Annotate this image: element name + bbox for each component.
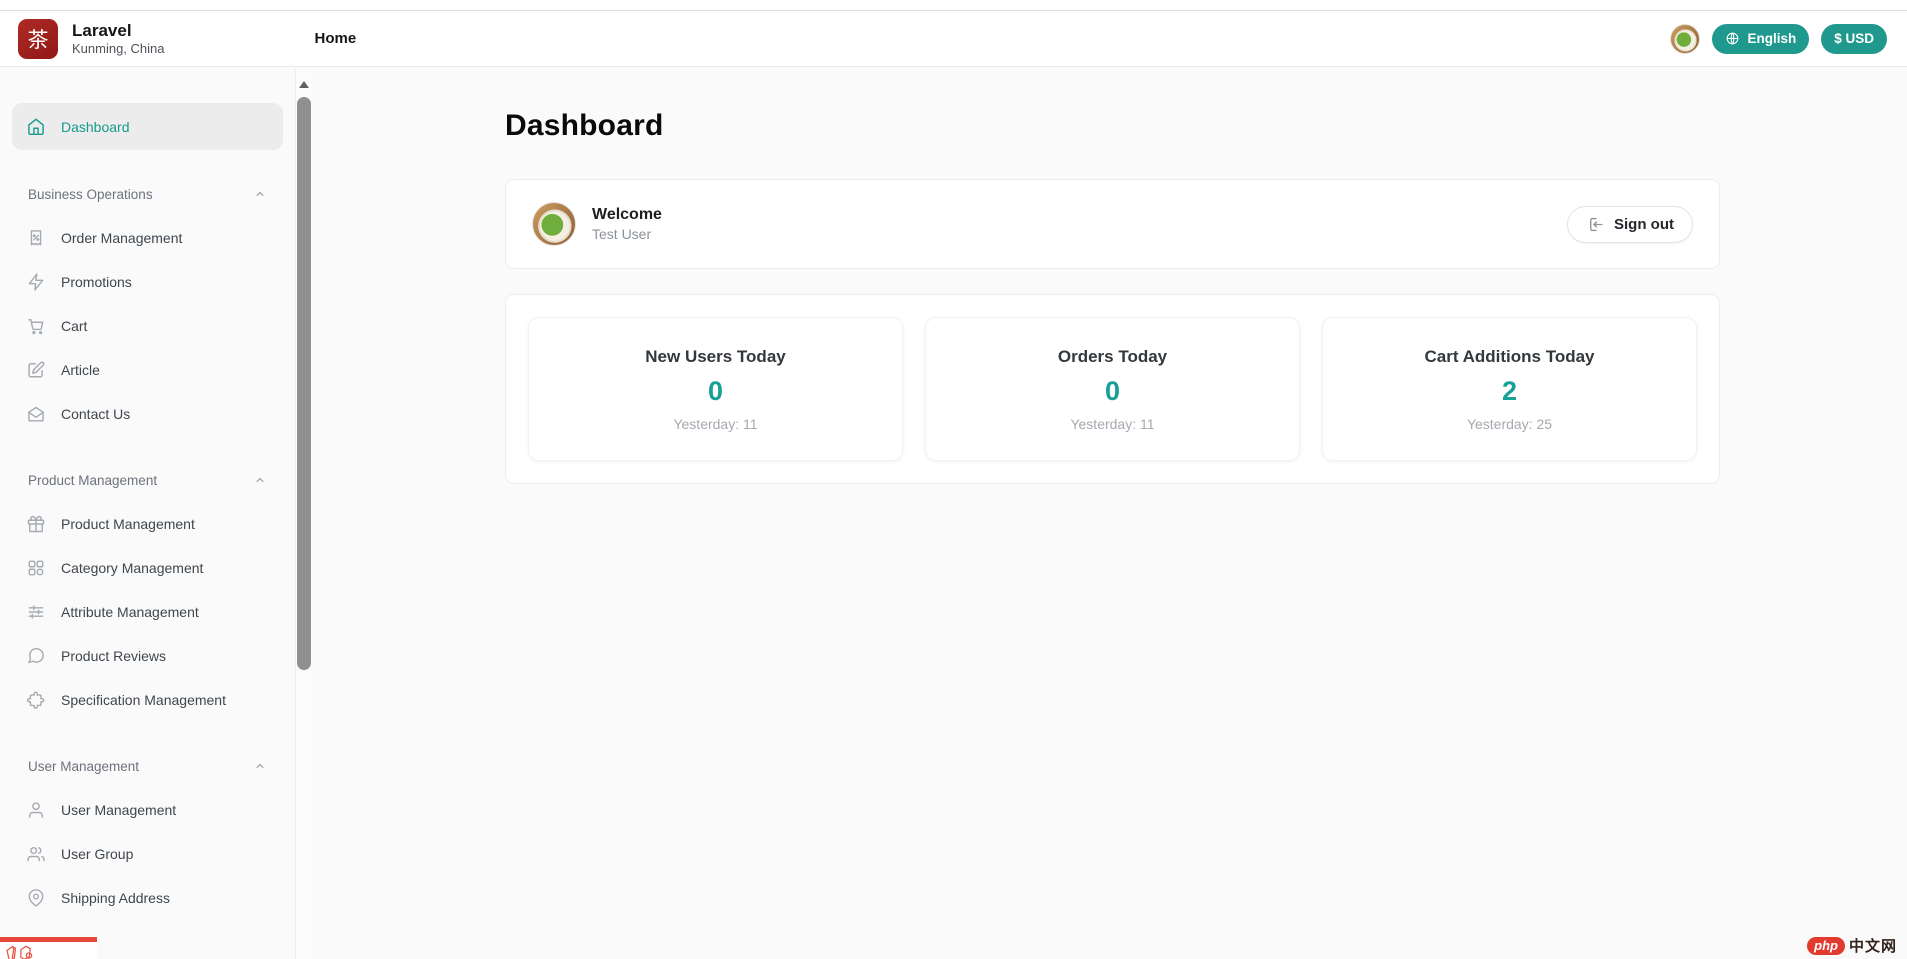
chat-bubble-icon <box>26 646 46 666</box>
sidebar-item-label: Category Management <box>61 560 204 576</box>
sidebar-item-label: User Management <box>61 802 177 818</box>
welcome-username: Test User <box>592 226 652 243</box>
tab-home[interactable]: Home <box>315 30 357 47</box>
stat-value: 2 <box>1501 375 1518 406</box>
sidebar-item-label: Product Reviews <box>61 648 167 664</box>
chevron-up-icon <box>253 473 267 487</box>
sidebar-item-category-management[interactable]: Category Management <box>12 546 283 590</box>
sidebar-item-contact-us[interactable]: Contact Us <box>12 392 283 436</box>
location-pin-icon <box>26 888 46 908</box>
lightning-icon <box>26 272 46 292</box>
brand-logo[interactable]: 茶 <box>18 18 58 59</box>
scrollbar-thumb[interactable] <box>297 97 311 670</box>
stat-value: 0 <box>707 375 724 406</box>
user-icon <box>26 800 46 820</box>
sign-out-label: Sign out <box>1614 215 1674 233</box>
section-label: Business Operations <box>28 186 153 202</box>
sidebar-item-user-group[interactable]: User Group <box>12 832 283 876</box>
sign-out-icon <box>1586 215 1605 234</box>
sidebar-section-user-management[interactable]: User Management <box>14 756 281 776</box>
sidebar-item-article[interactable]: Article <box>12 348 283 392</box>
scrollbar-up-arrow[interactable] <box>299 81 309 88</box>
sidebar-section-product-management[interactable]: Product Management <box>14 470 281 490</box>
sidebar-item-cart[interactable]: Cart <box>12 304 283 348</box>
currency-label: $ USD <box>1834 31 1874 46</box>
grid-icon <box>26 558 46 578</box>
globe-icon <box>1725 31 1740 46</box>
gift-icon <box>26 514 46 534</box>
brand-location: Kunming, China <box>72 41 165 56</box>
edit-icon <box>26 360 46 380</box>
sidebar-item-label: Cart <box>61 318 88 334</box>
sidebar-item-order-management[interactable]: Order Management <box>12 216 283 260</box>
users-icon <box>26 844 46 864</box>
welcome-text-block: Welcome Test User <box>592 204 662 244</box>
sliders-icon <box>26 602 46 622</box>
stat-value: 0 <box>1104 375 1121 406</box>
stat-title: Cart Additions Today <box>1424 346 1595 366</box>
brand-block: Laravel Kunming, China <box>72 20 165 58</box>
sidebar-item-label: Product Management <box>61 516 195 532</box>
red-cubes-glyph <box>6 945 33 959</box>
sidebar-item-label: Attribute Management <box>61 604 199 620</box>
sidebar-item-label: Article <box>61 362 100 378</box>
sidebar-item-shipping-address[interactable]: Shipping Address <box>12 876 283 920</box>
brand-logo-glyph: 茶 <box>27 28 49 52</box>
sidebar-item-label: Order Management <box>61 230 183 246</box>
sidebar-item-label: Shipping Address <box>61 890 170 906</box>
sidebar-item-label: User Group <box>61 846 134 862</box>
main-content: Dashboard Welcome Test User Sign out New… <box>312 69 1907 959</box>
section-label: Product Management <box>28 472 158 488</box>
sidebar-item-label: Promotions <box>61 274 132 290</box>
stat-yesterday: Yesterday: 11 <box>673 415 758 432</box>
sidebar: Dashboard Business Operations Order Mana… <box>0 69 312 959</box>
language-label: English <box>1747 31 1797 46</box>
stat-title: New Users Today <box>645 346 786 366</box>
sidebar-item-label: Dashboard <box>61 118 130 135</box>
watermark-text: 中文网 <box>1848 938 1897 955</box>
page-title: Dashboard <box>505 109 664 142</box>
home-icon <box>26 117 46 137</box>
header-right: English $ USD <box>1670 23 1887 54</box>
top-strip <box>0 0 1907 11</box>
welcome-title: Welcome <box>592 205 662 223</box>
stat-card-orders: Orders Today 0 Yesterday: 11 <box>925 317 1300 461</box>
receipt-icon <box>26 228 46 248</box>
sidebar-item-label: Specification Management <box>61 692 226 708</box>
puzzle-icon <box>26 690 46 710</box>
partial-element-red <box>0 937 97 959</box>
mail-icon <box>26 404 46 424</box>
sidebar-item-dashboard[interactable]: Dashboard <box>12 103 283 150</box>
php-cn-watermark: php 中文网 <box>1807 935 1897 956</box>
sign-out-button[interactable]: Sign out <box>1567 205 1693 243</box>
sidebar-item-label: Contact Us <box>61 406 131 422</box>
brand-name: Laravel <box>72 20 132 40</box>
cart-icon <box>26 316 46 336</box>
sidebar-section-business-operations[interactable]: Business Operations <box>14 184 281 204</box>
currency-button[interactable]: $ USD <box>1821 23 1887 54</box>
php-badge: php <box>1807 936 1845 955</box>
section-label: User Management <box>28 758 140 774</box>
stat-title: Orders Today <box>1057 346 1168 366</box>
sidebar-item-product-reviews[interactable]: Product Reviews <box>12 634 283 678</box>
sidebar-item-product-management[interactable]: Product Management <box>12 502 283 546</box>
chevron-up-icon <box>253 187 267 201</box>
language-button[interactable]: English <box>1712 23 1810 54</box>
sidebar-item-promotions[interactable]: Promotions <box>12 260 283 304</box>
welcome-avatar <box>532 202 576 246</box>
stat-yesterday: Yesterday: 25 <box>1466 415 1553 432</box>
welcome-card: Welcome Test User Sign out <box>505 179 1720 269</box>
sidebar-item-user-management[interactable]: User Management <box>12 788 283 832</box>
app-header: 茶 Laravel Kunming, China Home English $ … <box>0 11 1907 67</box>
chevron-up-icon <box>253 759 267 773</box>
user-avatar[interactable] <box>1670 23 1701 54</box>
sidebar-item-specification-management[interactable]: Specification Management <box>12 678 283 722</box>
stat-card-cart-additions: Cart Additions Today 2 Yesterday: 25 <box>1322 317 1697 461</box>
sidebar-item-attribute-management[interactable]: Attribute Management <box>12 590 283 634</box>
stats-card: New Users Today 0 Yesterday: 11 Orders T… <box>505 294 1720 484</box>
sidebar-scrollbar[interactable] <box>295 69 312 959</box>
stat-yesterday: Yesterday: 11 <box>1070 415 1155 432</box>
stat-card-new-users: New Users Today 0 Yesterday: 11 <box>528 317 903 461</box>
